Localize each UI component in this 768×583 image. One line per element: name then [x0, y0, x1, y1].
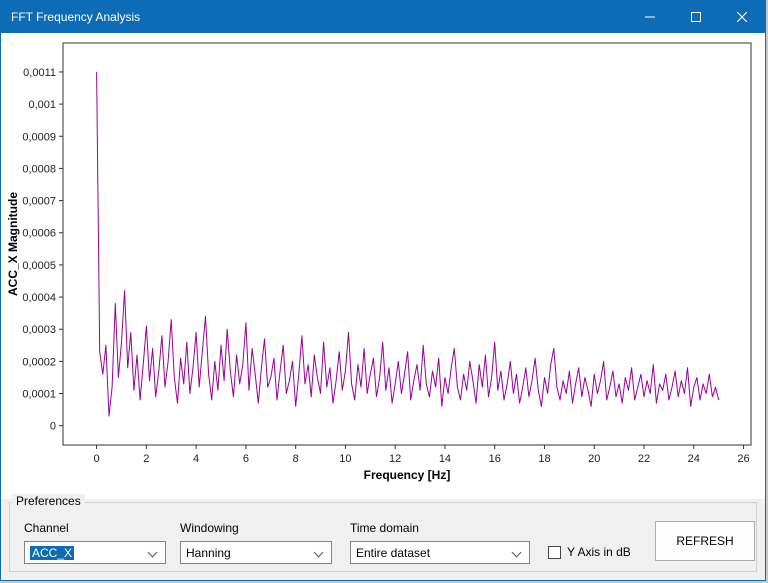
title-bar: FFT Frequency Analysis	[1, 1, 765, 33]
svg-text:0: 0	[94, 453, 100, 465]
svg-text:0,0005: 0,0005	[22, 260, 56, 272]
maximize-icon	[691, 12, 701, 22]
svg-text:0,001: 0,001	[28, 99, 56, 111]
fft-chart: 0 2 4 6 8 10 12 14 16 18 20 22 24 2600,00010,00020,00…	[6, 42, 752, 482]
channel-label: Channel	[24, 521, 69, 535]
svg-text:0: 0	[50, 421, 56, 433]
svg-text:0,0009: 0,0009	[22, 131, 56, 143]
app-window: FFT Frequency Analysis 0 2 4 6 8 10 12 14 16	[0, 0, 766, 581]
svg-text:8: 8	[293, 453, 299, 465]
windowing-combobox[interactable]: Hanning	[180, 541, 332, 564]
chevron-down-icon	[147, 547, 158, 558]
svg-text:0,0006: 0,0006	[22, 228, 56, 240]
preferences-group-label: Preferences	[12, 494, 85, 508]
checkbox-icon	[548, 545, 561, 559]
svg-text:2: 2	[143, 453, 149, 465]
chevron-down-icon	[511, 547, 522, 558]
svg-text:0,0001: 0,0001	[22, 389, 56, 401]
windowing-label: Windowing	[180, 521, 239, 535]
time-domain-combobox[interactable]: Entire dataset	[350, 541, 530, 564]
svg-text:0,0007: 0,0007	[22, 196, 56, 208]
close-button[interactable]	[719, 1, 765, 33]
svg-text:20: 20	[588, 453, 600, 465]
chart-figure: 0 2 4 6 8 10 12 14 16 18 20 22 24 26 0 0,0001 0,0002 0,00…	[1, 33, 765, 499]
svg-text:0,0011: 0,0011	[23, 67, 56, 79]
chevron-down-icon	[313, 547, 324, 558]
svg-text:4: 4	[193, 453, 199, 465]
svg-text:26: 26	[737, 453, 749, 465]
svg-text:0,0003: 0,0003	[22, 324, 56, 336]
minimize-button[interactable]	[627, 1, 673, 33]
channel-combobox[interactable]: ACC_X	[24, 541, 166, 564]
maximize-button[interactable]	[673, 1, 719, 33]
minimize-icon	[645, 16, 655, 18]
channel-value: ACC_X	[30, 545, 75, 560]
windowing-value: Hanning	[186, 545, 231, 560]
window-title: FFT Frequency Analysis	[11, 10, 141, 24]
svg-text:16: 16	[489, 453, 501, 465]
y-axis-db-label: Y Axis in dB	[567, 545, 631, 559]
preferences-group: Preferences Channel ACC_X Windowing Hann…	[9, 494, 757, 572]
time-domain-label: Time domain	[350, 521, 419, 535]
refresh-button[interactable]: REFRESH	[655, 521, 755, 561]
svg-text:24: 24	[688, 453, 700, 465]
close-icon	[737, 12, 747, 22]
svg-text:18: 18	[538, 453, 550, 465]
svg-text:14: 14	[439, 453, 451, 465]
svg-text:6: 6	[243, 453, 249, 465]
svg-text:10: 10	[339, 453, 351, 465]
svg-text:12: 12	[389, 453, 401, 465]
svg-text:ACC_X Magnitude: ACC_X Magnitude	[6, 192, 20, 296]
time-domain-value: Entire dataset	[356, 545, 431, 560]
svg-text:Frequency [Hz]: Frequency [Hz]	[364, 468, 451, 482]
window-controls	[627, 1, 765, 33]
svg-text:22: 22	[638, 453, 650, 465]
y-axis-db-checkbox[interactable]: Y Axis in dB	[548, 545, 631, 559]
svg-text:0,0004: 0,0004	[22, 292, 56, 304]
svg-text:0,0002: 0,0002	[22, 356, 56, 368]
svg-text:0,0008: 0,0008	[22, 163, 56, 175]
